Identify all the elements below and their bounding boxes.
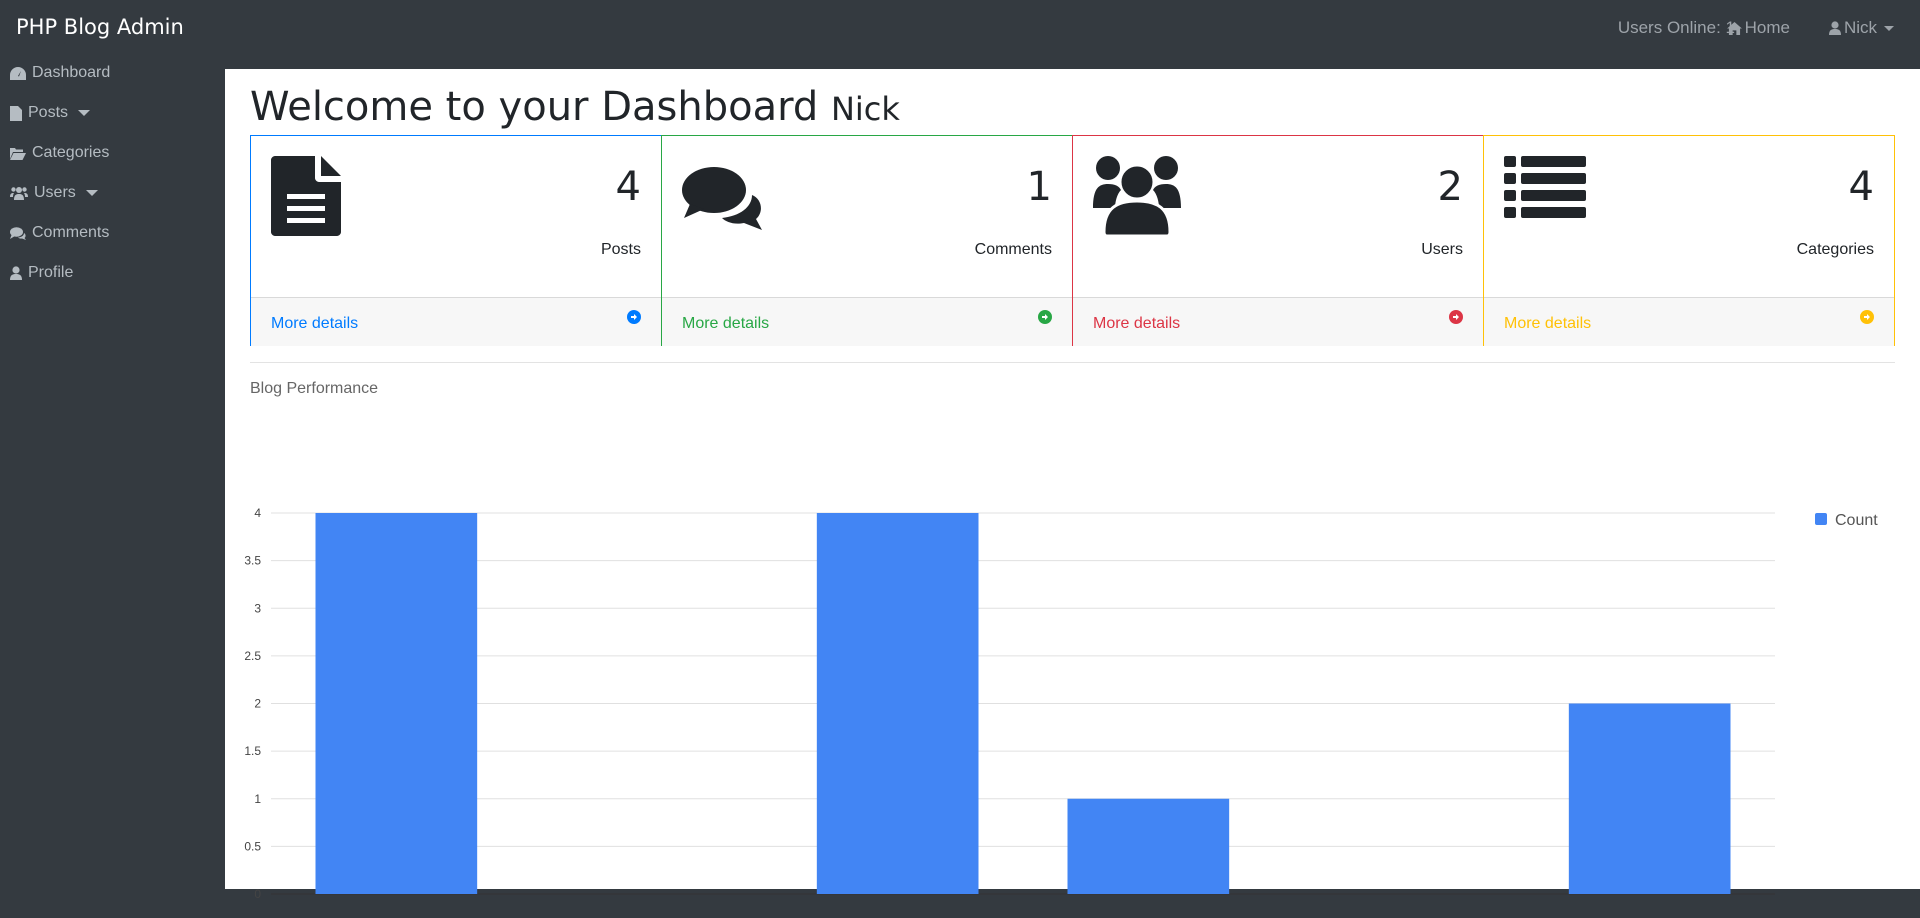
- users-more-details-link[interactable]: More details: [1073, 297, 1483, 346]
- y-tick-label: 2.5: [244, 649, 261, 663]
- welcome-user: Nick: [830, 90, 900, 128]
- legend-swatch: [1815, 513, 1827, 525]
- y-tick-label: 1: [254, 792, 261, 806]
- posts-more-details-link[interactable]: More details: [251, 297, 661, 346]
- user-icon: [10, 266, 22, 280]
- y-tick-label: 2: [254, 697, 261, 711]
- stat-cards: 4 Posts More details 1 Comments More det…: [250, 135, 1895, 346]
- list-icon: [1504, 156, 1586, 218]
- arrow-circle-right-icon: [1038, 310, 1052, 324]
- bar: [816, 513, 979, 894]
- chevron-down-icon: [1884, 25, 1894, 31]
- y-tick-label: 1.5: [244, 744, 261, 758]
- arrow-circle-right-icon: [1860, 310, 1874, 324]
- main-content: Welcome to your Dashboard Nick 4 Posts M…: [225, 69, 1920, 915]
- sidebar-item-label: Profile: [28, 264, 74, 281]
- blog-performance-chart: 00.511.522.533.54PostsDraft PostsPublish…: [225, 419, 1920, 915]
- page-title: Welcome to your Dashboard Nick: [250, 84, 900, 130]
- sidebar-item-label: Users: [34, 184, 76, 201]
- posts-card: 4 Posts More details: [250, 135, 662, 346]
- users-icon: [1093, 156, 1181, 236]
- users-online-text: Users Online: 1: [1617, 18, 1735, 37]
- home-icon: [1726, 21, 1742, 35]
- chevron-down-icon: [85, 190, 98, 196]
- section-title: Blog Performance: [250, 380, 379, 397]
- arrow-circle-right-icon: [627, 310, 641, 324]
- comments-count: 1: [1026, 164, 1052, 210]
- sidebar-item-categories[interactable]: Categories: [10, 141, 109, 165]
- users-card: 2 Users More details: [1072, 135, 1484, 346]
- categories-label: Categories: [1796, 241, 1874, 258]
- comments-card: 1 Comments More details: [661, 135, 1073, 346]
- sidebar-item-label: Posts: [28, 104, 69, 121]
- user-icon: [1828, 21, 1841, 35]
- file-text-icon: [271, 156, 341, 236]
- users-label: Users: [1421, 241, 1463, 258]
- brand-title[interactable]: PHP Blog Admin: [16, 15, 184, 39]
- users-count: 2: [1437, 164, 1463, 210]
- comments-label: Comments: [974, 241, 1052, 258]
- sidebar-item-label: Comments: [32, 224, 110, 241]
- comments-icon: [682, 167, 762, 230]
- y-tick-label: 0: [254, 887, 261, 899]
- legend-label: Count: [1835, 512, 1878, 529]
- sidebar-item-profile[interactable]: Profile: [10, 261, 73, 285]
- chevron-down-icon: [78, 110, 91, 116]
- y-tick-label: 0.5: [244, 839, 261, 853]
- home-link-label: Home: [1744, 18, 1790, 37]
- folder-open-icon: [10, 147, 26, 160]
- sidebar-item-label: Dashboard: [32, 64, 111, 81]
- more-details-label: More details: [271, 315, 359, 332]
- user-menu-toggle[interactable]: Nick: [1828, 18, 1894, 38]
- categories-more-details-link[interactable]: More details: [1484, 297, 1894, 346]
- file-icon: [10, 105, 22, 121]
- more-details-label: More details: [1093, 315, 1181, 332]
- user-menu-label: Nick: [1843, 18, 1877, 37]
- home-link[interactable]: Home: [1726, 18, 1790, 38]
- y-tick-label: 3: [254, 601, 261, 615]
- more-details-label: More details: [682, 315, 770, 332]
- arrow-circle-right-icon: [1449, 310, 1463, 324]
- users-icon: [10, 187, 28, 200]
- sidebar-item-dashboard[interactable]: Dashboard: [10, 61, 110, 85]
- posts-label: Posts: [600, 241, 641, 258]
- sidebar-item-posts[interactable]: Posts: [10, 101, 91, 125]
- bar: [315, 513, 478, 894]
- sidebar-item-comments[interactable]: Comments: [10, 221, 109, 245]
- welcome-title: Welcome to your Dashboard: [250, 84, 819, 130]
- comments-icon: [10, 226, 26, 240]
- y-tick-label: 4: [254, 506, 261, 520]
- bar: [1568, 703, 1731, 894]
- top-navbar: PHP Blog Admin Users Online: 1 Home Nick: [0, 0, 1920, 56]
- more-details-label: More details: [1504, 315, 1592, 332]
- divider: [250, 362, 1895, 363]
- dashboard-icon: [10, 66, 26, 80]
- chart-svg: 00.511.522.533.54PostsDraft PostsPublish…: [244, 506, 1878, 915]
- posts-count: 4: [615, 164, 641, 210]
- sidebar-item-label: Categories: [32, 144, 110, 161]
- comments-more-details-link[interactable]: More details: [662, 297, 1072, 346]
- categories-count: 4: [1848, 164, 1874, 210]
- sidebar-item-users[interactable]: Users: [10, 181, 98, 205]
- y-tick-label: 3.5: [244, 554, 261, 568]
- categories-card: 4 Categories More details: [1483, 135, 1895, 346]
- bar: [1067, 798, 1230, 894]
